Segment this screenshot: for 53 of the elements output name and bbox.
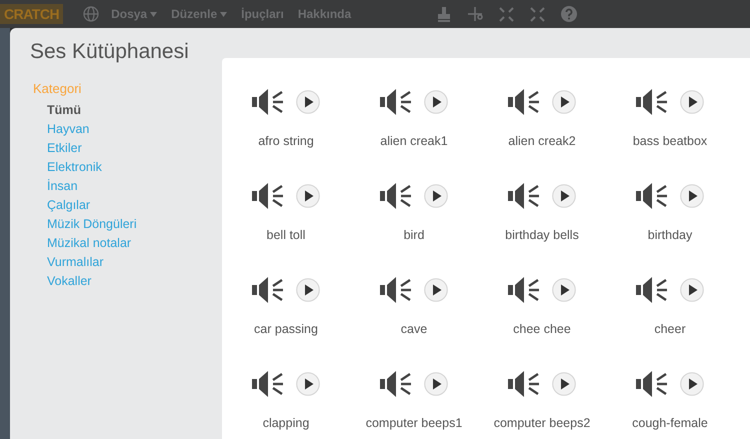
sound-name[interactable]: cough-female (632, 414, 708, 432)
sound-name[interactable]: clapping (262, 414, 310, 432)
sound-name[interactable]: chee chee (513, 320, 571, 338)
play-button[interactable] (424, 278, 448, 302)
sound-name[interactable]: birthday (648, 226, 692, 244)
speaker-icon[interactable] (380, 88, 414, 116)
speaker-icon[interactable] (380, 370, 414, 398)
sound-name[interactable]: bass beatbox (632, 132, 708, 150)
play-button[interactable] (424, 184, 448, 208)
sound-name[interactable]: alien creak2 (508, 132, 576, 150)
speaker-icon[interactable] (508, 88, 542, 116)
category-heading: Kategori (33, 81, 82, 96)
play-button[interactable] (424, 372, 448, 396)
play-button[interactable] (680, 278, 704, 302)
sound-name[interactable]: birthday bells (505, 226, 579, 244)
speaker-icon[interactable] (380, 276, 414, 304)
speaker-icon[interactable] (252, 370, 286, 398)
sound-name[interactable]: cheer (654, 320, 686, 338)
sound-name[interactable]: cave (400, 320, 428, 338)
caret-icon (150, 12, 158, 18)
play-button[interactable] (296, 184, 320, 208)
speaker-icon[interactable] (636, 276, 670, 304)
play-button[interactable] (552, 90, 576, 114)
speaker-icon[interactable] (508, 370, 542, 398)
sound-name[interactable]: bird (404, 226, 424, 244)
speaker-icon[interactable] (252, 276, 286, 304)
sound-name[interactable]: car passing (254, 320, 318, 338)
speaker-icon[interactable] (252, 88, 286, 116)
sound-name[interactable]: computer beeps1 (366, 414, 462, 432)
play-button[interactable] (296, 372, 320, 396)
speaker-icon[interactable] (636, 182, 670, 210)
sound-name[interactable]: computer beeps2 (494, 414, 590, 432)
sound-name[interactable]: bell toll (266, 226, 306, 244)
play-button[interactable] (680, 90, 704, 114)
speaker-icon[interactable] (636, 88, 670, 116)
speaker-icon[interactable] (508, 182, 542, 210)
play-button[interactable] (680, 184, 704, 208)
play-button[interactable] (552, 372, 576, 396)
play-button[interactable] (296, 90, 320, 114)
play-button[interactable] (296, 278, 320, 302)
dialog-title: Ses Kütüphanesi (30, 40, 190, 64)
speaker-icon[interactable] (380, 182, 414, 210)
play-button[interactable] (680, 372, 704, 396)
caret-icon (220, 12, 228, 18)
sound-name[interactable]: afro string (258, 132, 314, 150)
play-button[interactable] (552, 278, 576, 302)
speaker-icon[interactable] (636, 370, 670, 398)
speaker-icon[interactable] (508, 276, 542, 304)
category-item[interactable]: Tümü (47, 101, 222, 120)
speaker-icon[interactable] (252, 182, 286, 210)
sound-name[interactable]: alien creak1 (380, 132, 448, 150)
play-button[interactable] (552, 184, 576, 208)
play-button[interactable] (424, 90, 448, 114)
